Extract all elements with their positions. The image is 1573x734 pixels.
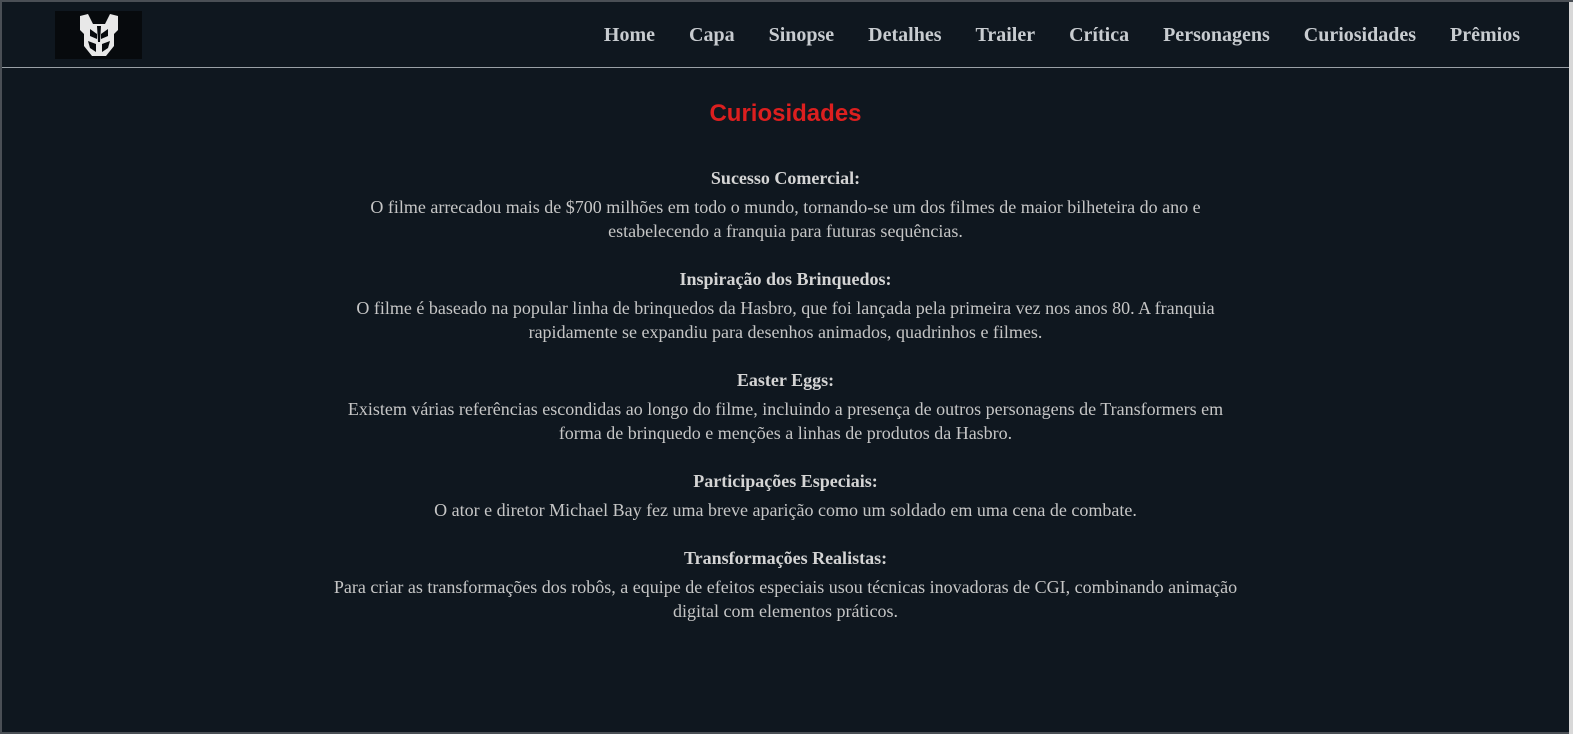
nav-link-curiosidades[interactable]: Curiosidades (1304, 24, 1416, 47)
curiosity-text: O ator e diretor Michael Bay fez uma bre… (434, 500, 1137, 520)
nav-link-trailer[interactable]: Trailer (976, 24, 1036, 47)
curiosity-item: Easter Eggs: Existem várias referências … (2, 370, 1569, 445)
nav-link-sinopse[interactable]: Sinopse (769, 24, 835, 47)
page-frame: Home Capa Sinopse Detalhes Trailer Críti… (0, 0, 1573, 734)
curiosity-heading: Sucesso Comercial: (710, 168, 861, 188)
page-title: Curiosidades (709, 100, 862, 127)
curiosity-item: Participações Especiais: O ator e direto… (2, 471, 1569, 522)
curiosity-heading: Easter Eggs: (736, 370, 835, 390)
curiosity-text: O filme arrecadou mais de $700 milhões e… (370, 197, 1201, 241)
nav-link-detalhes[interactable]: Detalhes (868, 24, 941, 47)
curiosity-heading: Inspiração dos Brinquedos: (679, 269, 892, 289)
nav-link-capa[interactable]: Capa (689, 24, 735, 47)
nav-link-home[interactable]: Home (604, 24, 655, 47)
main-nav: Home Capa Sinopse Detalhes Trailer Críti… (570, 2, 1569, 68)
nav-link-premios[interactable]: Prêmios (1450, 24, 1520, 47)
curiosity-item: Sucesso Comercial: O filme arrecadou mai… (2, 168, 1569, 243)
curiosities-section: Curiosidades Sucesso Comercial: O filme … (2, 68, 1569, 649)
nav-link-personagens[interactable]: Personagens (1163, 24, 1270, 47)
curiosity-text: Existem várias referências escondidas ao… (347, 399, 1224, 443)
site-logo[interactable] (55, 11, 142, 59)
curiosity-text: O filme é baseado na popular linha de br… (356, 298, 1215, 342)
nav-link-critica[interactable]: Crítica (1069, 24, 1129, 47)
curiosity-item: Inspiração dos Brinquedos: O filme é bas… (2, 269, 1569, 344)
site-header: Home Capa Sinopse Detalhes Trailer Críti… (2, 2, 1569, 68)
autobot-insignia-icon (79, 14, 118, 56)
curiosity-heading: Participações Especiais: (693, 471, 878, 491)
curiosity-heading: Transformações Realistas: (683, 548, 888, 568)
curiosity-item: Transformações Realistas: Para criar as … (2, 548, 1569, 623)
curiosity-text: Para criar as transformações dos robôs, … (333, 577, 1238, 621)
window-edge (1569, 2, 1573, 734)
